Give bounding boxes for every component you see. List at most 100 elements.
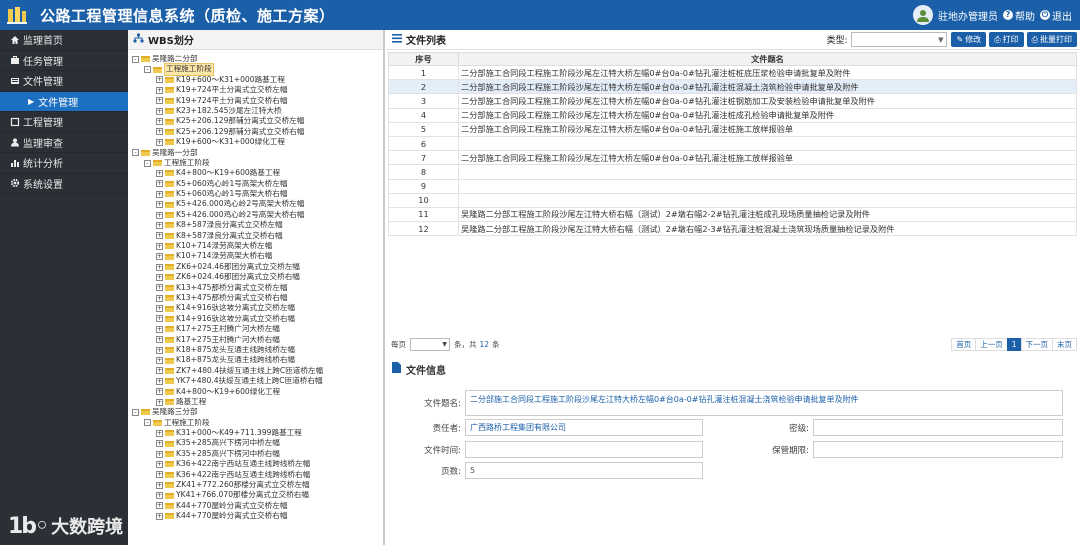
expand-icon[interactable]: + xyxy=(156,315,163,323)
expand-icon[interactable]: + xyxy=(156,201,163,209)
tree-node[interactable]: + K8+587渌良分离式立交桥右幅 xyxy=(128,231,383,241)
expand-icon[interactable]: + xyxy=(156,221,163,229)
table-row[interactable]: 4 二分部施工合同段工程施工阶段沙尾左江特大桥左幅0#台0a-0#钻孔灌注桩成孔检… xyxy=(388,107,1077,123)
tree-node[interactable]: + K36+422南宁西站互通主线跨线桥左幅 xyxy=(128,459,383,469)
col-header-title[interactable]: 文件题名 xyxy=(458,52,1077,66)
expand-icon[interactable]: + xyxy=(156,232,163,240)
expand-icon[interactable]: + xyxy=(156,367,163,375)
expand-icon[interactable]: + xyxy=(156,263,163,271)
batch-print-button[interactable]: ⎙ 批量打印 xyxy=(1026,32,1077,47)
retention-field[interactable] xyxy=(813,441,1063,458)
collapse-icon[interactable]: - xyxy=(144,419,151,427)
row-title[interactable] xyxy=(458,192,1077,208)
first-page-button[interactable]: 首页 xyxy=(951,337,977,351)
tree-node[interactable]: + K31+000～K49+711.399路基工程 xyxy=(128,428,383,438)
print-button[interactable]: ⎙ 打印 xyxy=(989,32,1024,47)
expand-icon[interactable]: + xyxy=(156,346,163,354)
table-row[interactable]: 10 xyxy=(388,192,1077,208)
col-header-no[interactable]: 序号 xyxy=(388,52,459,66)
row-title[interactable]: 二分部施工合同段工程施工阶段沙尾左江特大桥左幅0#台0a-0#钻孔灌注桩施工放样… xyxy=(458,121,1077,137)
tree-node[interactable]: + ZK6+024.46那团分离式立交桥左幅 xyxy=(128,262,383,272)
table-row[interactable]: 12 吴隆路二分部工程施工阶段沙尾左江特大桥右幅（测试）2#墩右幅2-3#钻孔灌注… xyxy=(388,221,1077,237)
time-field[interactable] xyxy=(465,441,703,458)
expand-icon[interactable]: + xyxy=(156,253,163,261)
table-row[interactable]: 11 吴隆路二分部工程施工阶段沙尾左江特大桥右幅（测试）2#墩右幅2-2#钻孔灌注… xyxy=(388,206,1077,223)
expand-icon[interactable]: + xyxy=(156,76,163,84)
last-page-button[interactable]: 末页 xyxy=(1052,337,1077,351)
tree-node[interactable]: + ZK41+772.260那楼分离式立交桥左幅 xyxy=(128,480,383,490)
expand-icon[interactable]: + xyxy=(156,97,163,105)
tree-node[interactable]: + K19+600～K31+000路基工程 xyxy=(128,75,383,85)
expand-icon[interactable]: + xyxy=(156,180,163,188)
tree-node[interactable]: + K44+770屋岭分离式立交桥左幅 xyxy=(128,501,383,511)
logout-link[interactable]: ⏻ 退出 xyxy=(1040,8,1072,23)
expand-icon[interactable]: + xyxy=(156,429,163,437)
tree-node[interactable]: + K35+285高兴下楞河中桥左幅 xyxy=(128,438,383,448)
tree-node[interactable]: - 吴隆路三分部 xyxy=(128,407,383,417)
expand-icon[interactable]: + xyxy=(156,138,163,146)
expand-icon[interactable]: + xyxy=(156,211,163,219)
tree-node[interactable]: + YK7+480.4扶绥互通主线上跨C匝道桥右幅 xyxy=(128,376,383,386)
expand-icon[interactable]: + xyxy=(156,305,163,313)
type-select[interactable]: ▼ xyxy=(851,32,948,47)
prev-page-button[interactable]: 上一页 xyxy=(975,337,1008,351)
tree-node[interactable]: + K19+600～K31+000绿化工程 xyxy=(128,137,383,147)
tree-node[interactable]: + K13+475那桥分离式立交桥左幅 xyxy=(128,283,383,293)
current-page-button[interactable]: 1 xyxy=(1006,337,1022,351)
nav-files-sub[interactable]: ▶ 文件管理 xyxy=(0,91,128,112)
expand-icon[interactable]: + xyxy=(156,242,163,250)
collapse-icon[interactable]: - xyxy=(144,66,151,74)
tree-node[interactable]: + K19+724平土分离式立交桥右幅 xyxy=(128,96,383,106)
expand-icon[interactable]: + xyxy=(156,86,163,94)
table-row[interactable]: 8 xyxy=(388,164,1077,180)
tree-node[interactable]: + K25+206.129那辅分离式立交桥右幅 xyxy=(128,127,383,137)
tree-node[interactable]: + K25+206.129那辅分离式立交桥左幅 xyxy=(128,116,383,126)
expand-icon[interactable]: + xyxy=(156,502,163,510)
user-avatar[interactable] xyxy=(913,5,933,25)
table-row[interactable]: 1 二分部施工合同段工程施工阶段沙尾左江特大桥左幅0#台0a-0#钻孔灌注桩桩底压… xyxy=(388,64,1077,81)
tree-node[interactable]: + K14+916驮这坡分离式立交桥右幅 xyxy=(128,314,383,324)
table-row[interactable]: 5 二分部施工合同段工程施工阶段沙尾左江特大桥左幅0#台0a-0#钻孔灌注桩施工放… xyxy=(388,121,1077,137)
tree-node[interactable]: + K35+285高兴下楞河中桥右幅 xyxy=(128,449,383,459)
tree-node[interactable]: + 路基工程 xyxy=(128,397,383,407)
tree-node[interactable]: + K8+587渌良分离式立交桥左幅 xyxy=(128,220,383,230)
nav-files[interactable]: 文件管理 xyxy=(0,71,128,92)
file-name-field[interactable]: 二分部施工合同段工程施工阶段沙尾左江特大桥左幅0#台0a-0#钻孔灌注桩混凝土浇… xyxy=(465,390,1063,416)
tree-node[interactable]: + K19+724平土分离式立交桥左幅 xyxy=(128,85,383,95)
collapse-icon[interactable]: - xyxy=(144,159,151,167)
nav-home[interactable]: 监理首页 xyxy=(0,30,128,51)
edit-button[interactable]: ✎ 修改 xyxy=(951,32,987,47)
row-title[interactable] xyxy=(458,164,1077,180)
expand-icon[interactable]: + xyxy=(156,492,163,500)
help-link[interactable]: ? 帮助 xyxy=(1003,8,1035,23)
tree-node[interactable]: + K5+426.000鸡心岭2号高架大桥右幅 xyxy=(128,210,383,220)
tree-node[interactable]: + ZK6+024.46那团分离式立交桥右幅 xyxy=(128,272,383,282)
tree-node[interactable]: - 工程施工阶段 xyxy=(128,63,383,76)
tree-node[interactable]: + K17+275王村腾广河大桥右幅 xyxy=(128,335,383,345)
expand-icon[interactable]: + xyxy=(156,273,163,281)
expand-icon[interactable]: + xyxy=(156,190,163,198)
pages-field[interactable]: 5 xyxy=(465,462,703,479)
expand-icon[interactable]: + xyxy=(156,460,163,468)
owner-field[interactable]: 广西路桥工程集团有限公司 xyxy=(465,419,703,436)
tree-node[interactable]: + K4+800～K19+600路基工程 xyxy=(128,168,383,178)
table-row[interactable]: 6 xyxy=(388,135,1077,152)
table-row[interactable]: 2 二分部施工合同段工程施工阶段沙尾左江特大桥左幅0#台0a-0#钻孔灌注桩混凝土… xyxy=(388,79,1077,95)
table-row[interactable]: 9 xyxy=(388,178,1077,194)
tree-node[interactable]: + K10+714渌劳高架大桥左幅 xyxy=(128,241,383,251)
tree-node[interactable]: + K36+422南宁西站互通主线跨线桥右幅 xyxy=(128,470,383,480)
secret-field[interactable] xyxy=(813,419,1063,436)
table-row[interactable]: 7 二分部施工合同段工程施工阶段沙尾左江特大桥左幅0#台0a-0#钻孔灌注桩施工放… xyxy=(388,150,1077,166)
row-title[interactable]: 吴隆路二分部工程施工阶段沙尾左江特大桥右幅（测试）2#墩右幅2-3#钻孔灌注桩混… xyxy=(458,221,1077,237)
table-row[interactable]: 3 二分部施工合同段工程施工阶段沙尾左江特大桥左幅0#台0a-0#钻孔灌注桩钢筋加… xyxy=(388,93,1077,109)
row-title[interactable]: 二分部施工合同段工程施工阶段沙尾左江特大桥左幅0#台0a-0#钻孔灌注桩桩底压浆… xyxy=(458,64,1077,81)
per-page-select[interactable]: ▼ xyxy=(410,337,450,351)
tree-node[interactable]: + K4+800～K19+600绿化工程 xyxy=(128,387,383,397)
collapse-icon[interactable]: - xyxy=(132,149,139,157)
tree-node[interactable]: - 工程施工阶段 xyxy=(128,418,383,428)
row-title[interactable] xyxy=(458,135,1077,152)
nav-tasks[interactable]: 任务管理 xyxy=(0,51,128,71)
expand-icon[interactable]: + xyxy=(156,481,163,489)
expand-icon[interactable]: + xyxy=(156,294,163,302)
tree-node[interactable]: + YK41+766.070那楼分离式立交桥右幅 xyxy=(128,490,383,500)
